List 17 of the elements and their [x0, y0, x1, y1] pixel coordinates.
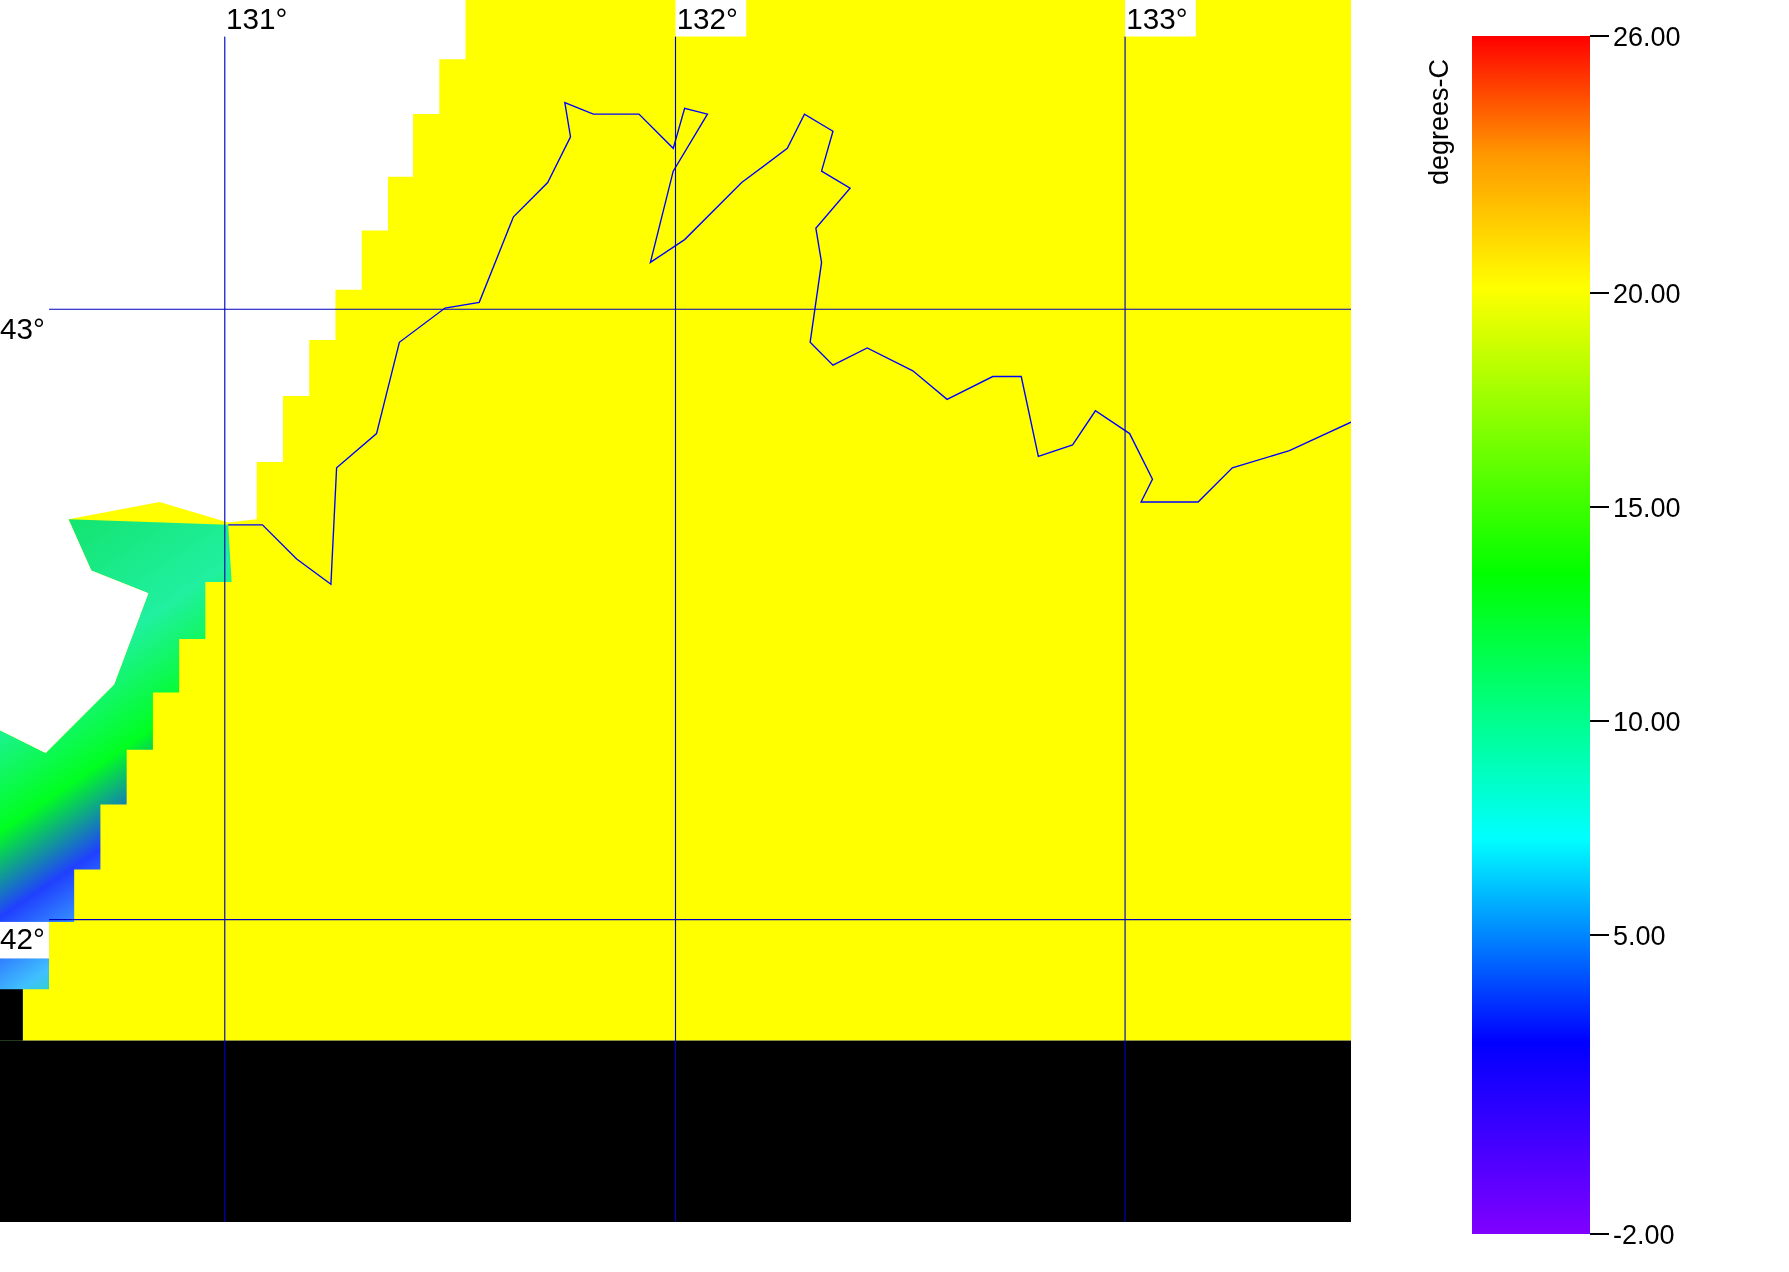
scale-tick-label: 10.00	[1613, 707, 1681, 737]
longitude-label: 132°	[675, 0, 747, 37]
tick-mark	[1589, 292, 1610, 294]
tick-mark	[1589, 720, 1610, 722]
tick-mark	[1589, 35, 1610, 37]
scale-tick-label: 20.00	[1613, 279, 1681, 309]
latitude-label: 43°	[0, 311, 50, 348]
scale-tick-label: 15.00	[1613, 493, 1681, 523]
scale-tick-label: 26.00	[1613, 22, 1681, 52]
unit-label: degrees-C	[1424, 58, 1454, 185]
latitude-label: 42°	[0, 921, 50, 959]
tick-mark	[1589, 506, 1610, 508]
tick-mark	[1589, 934, 1610, 936]
scale-tick-label: 5.00	[1613, 921, 1666, 951]
tick-mark	[1589, 1233, 1610, 1235]
scale-tick-label: -2.00	[1613, 1220, 1675, 1250]
longitude-label: 133°	[1125, 0, 1196, 37]
